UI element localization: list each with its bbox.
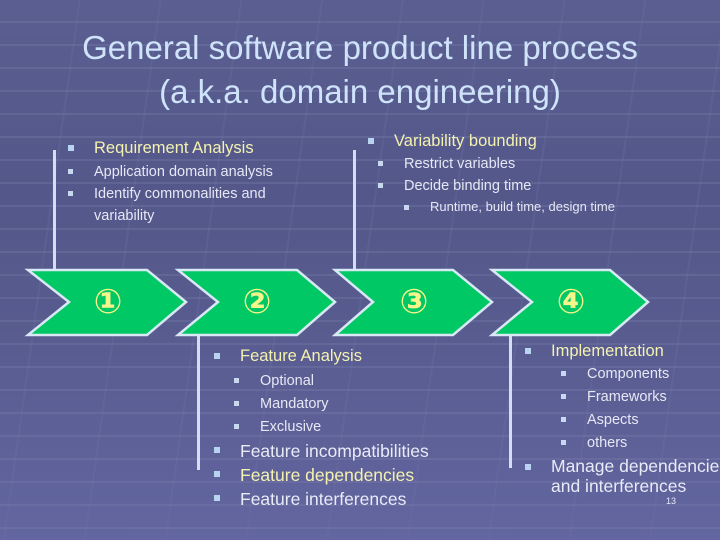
bullet-icon	[525, 348, 531, 354]
bullet-icon	[214, 447, 220, 453]
implementation-heading: Implementation	[525, 340, 720, 362]
bullet-icon	[561, 417, 566, 422]
bullet-icon	[214, 471, 220, 477]
bullet-icon	[214, 495, 220, 501]
step-number-2: ②	[242, 282, 272, 322]
list-item: Exclusive	[234, 416, 514, 438]
list-item: Manage dependencies and interferences	[525, 456, 720, 496]
bullet-icon	[234, 401, 239, 406]
feature-analysis-block: Feature Analysis Optional Mandatory Excl…	[214, 345, 514, 511]
slide-number: 13	[666, 496, 677, 506]
implementation-block: Implementation Components Frameworks Asp…	[525, 340, 720, 496]
bullet-icon	[561, 371, 566, 376]
bullet-icon	[561, 440, 566, 445]
bullet-icon	[561, 394, 566, 399]
bullet-icon	[234, 424, 239, 429]
feature-analysis-heading: Feature Analysis	[214, 345, 514, 367]
bullet-icon	[234, 378, 239, 383]
list-item: Feature interferences	[214, 487, 514, 511]
step-number-3: ③	[399, 282, 429, 322]
list-item: Components	[561, 363, 720, 385]
step-number-1: ①	[93, 282, 123, 322]
list-item: Aspects	[561, 409, 720, 431]
list-item: others	[561, 432, 720, 454]
list-item: Feature dependencies	[214, 463, 514, 487]
bullet-icon	[525, 464, 531, 470]
list-item: Feature incompatibilities	[214, 439, 514, 463]
list-item: Frameworks	[561, 386, 720, 408]
bullet-icon	[214, 353, 220, 359]
list-item: Optional	[234, 370, 514, 392]
list-item: Mandatory	[234, 393, 514, 415]
step-number-4: ④	[556, 282, 586, 322]
